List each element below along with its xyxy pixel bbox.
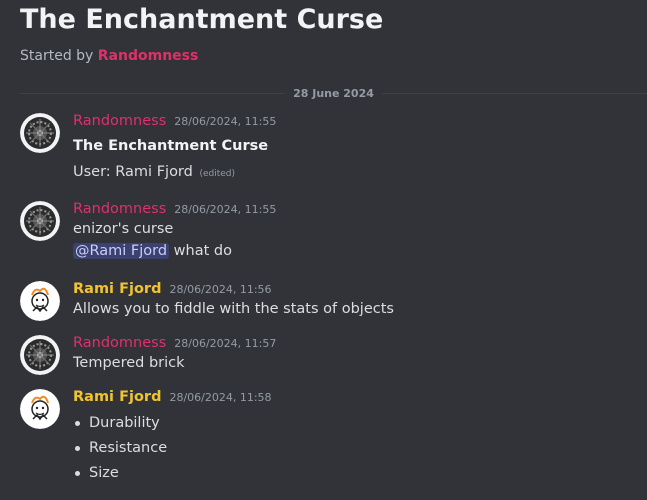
- cartoon-character-avatar-icon[interactable]: [20, 281, 60, 321]
- list-item: Size: [73, 461, 647, 486]
- started-by-user[interactable]: Randomness: [98, 48, 199, 64]
- thread-title: The Enchantment Curse: [20, 4, 384, 35]
- message-author[interactable]: Randomness: [73, 201, 166, 217]
- cartoon-character-avatar-icon[interactable]: [20, 389, 60, 429]
- list-item: Resistance: [73, 436, 647, 461]
- clockwork-gear-avatar-icon[interactable]: [20, 201, 60, 241]
- message-timestamp: 28/06/2024, 11:55: [174, 203, 277, 216]
- message-text: User: Rami Fjord (edited): [73, 164, 647, 180]
- message-text-body: what do: [173, 243, 232, 259]
- message-heading: The Enchantment Curse: [73, 138, 269, 154]
- message-author[interactable]: Randomness: [73, 335, 166, 351]
- clockwork-gear-avatar-icon[interactable]: [20, 113, 60, 153]
- bullet-list: Durability Resistance Size: [73, 411, 647, 486]
- message-timestamp: 28/06/2024, 11:58: [169, 391, 272, 404]
- message-timestamp: 28/06/2024, 11:56: [169, 283, 272, 296]
- message-text: enizor's curse: [73, 221, 174, 237]
- list-item: Durability: [73, 411, 647, 436]
- divider-date: 28 June 2024: [293, 86, 374, 100]
- edited-label: (edited): [199, 169, 236, 179]
- message-author[interactable]: Rami Fjord: [73, 389, 161, 405]
- message-author[interactable]: Randomness: [73, 113, 166, 129]
- started-by-label: Started by: [20, 48, 94, 64]
- divider-line: [381, 92, 647, 94]
- message-author[interactable]: Rami Fjord: [73, 281, 161, 297]
- message-text: @Rami Fjord what do: [73, 243, 647, 259]
- message-text-body: User: Rami Fjord: [73, 164, 193, 180]
- date-divider: 28 June 2024: [20, 84, 647, 102]
- message-text: Allows you to fiddle with the stats of o…: [73, 301, 394, 317]
- message-timestamp: 28/06/2024, 11:55: [174, 115, 277, 128]
- user-mention[interactable]: @Rami Fjord: [73, 243, 170, 259]
- message-timestamp: 28/06/2024, 11:57: [174, 337, 277, 350]
- message-text: Tempered brick: [73, 355, 185, 371]
- clockwork-gear-avatar-icon[interactable]: [20, 335, 60, 375]
- thread-started-by: Started by Randomness: [20, 48, 198, 64]
- divider-line: [20, 92, 286, 94]
